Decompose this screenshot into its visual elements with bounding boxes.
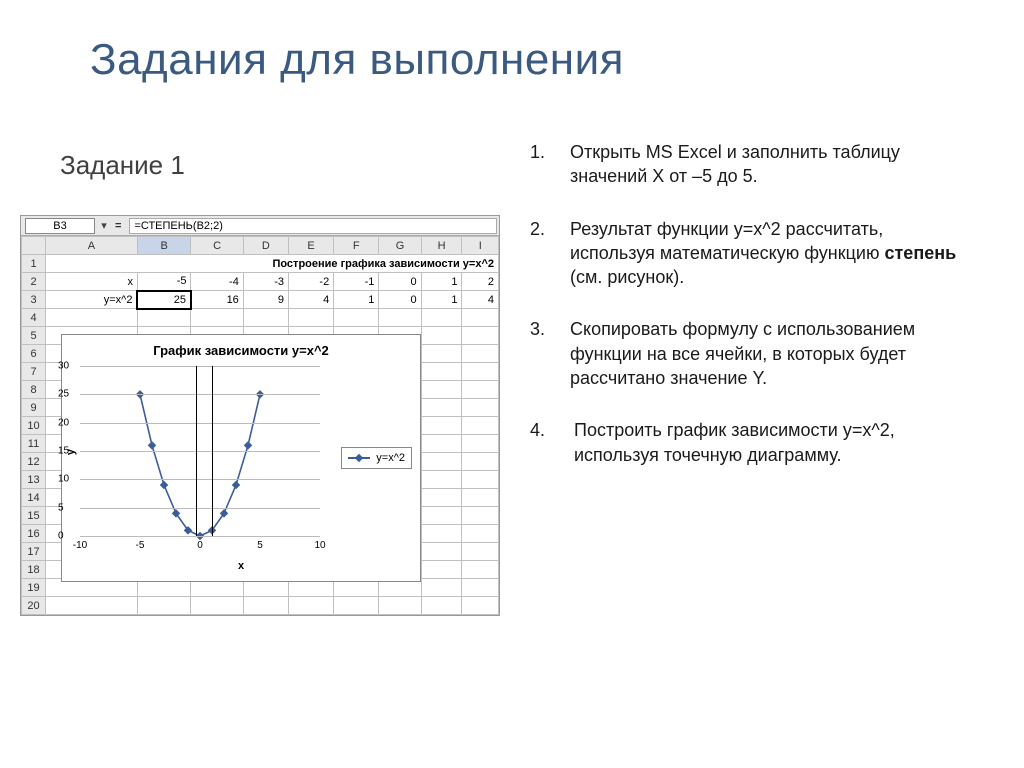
instruction-text: Открыть MS Excel и заполнить таблицу зна… [570, 140, 970, 189]
instruction-number: 1. [530, 140, 570, 189]
instruction-4: 4. Построить график зависимости y=x^2, и… [530, 418, 970, 467]
embedded-chart[interactable]: График зависимости y=x^2 y 051015202530-… [61, 334, 421, 582]
table-row[interactable]: 20 [22, 597, 499, 615]
equals-icon: = [109, 220, 127, 232]
chart-title: График зависимости y=x^2 [62, 335, 420, 362]
chart-plot-area: 051015202530-10-50510 [80, 366, 320, 536]
instruction-number: 2. [530, 217, 570, 290]
name-box[interactable]: B3 [25, 218, 95, 234]
instruction-text: Скопировать формулу с использованием фун… [570, 317, 970, 390]
instruction-2: 2. Результат функции y=x^2 рассчитать, и… [530, 217, 970, 290]
task-subtitle: Задание 1 [60, 150, 185, 181]
instruction-number: 3. [530, 317, 570, 390]
legend-marker-icon [348, 457, 370, 459]
x-axis-label: x [62, 560, 420, 572]
instruction-text: Результат функции y=x^2 рассчитать, испо… [570, 217, 970, 290]
formula-input[interactable]: =СТЕПЕНЬ(B2;2) [129, 218, 497, 234]
column-header-row: A B C D E F G H I [22, 237, 499, 255]
table-row[interactable]: 1 Построение графика зависимости y=x^2 [22, 255, 499, 273]
instruction-1: 1. Открыть MS Excel и заполнить таблицу … [530, 140, 970, 189]
instruction-text: Построить график зависимости y=x^2, испо… [574, 418, 970, 467]
legend-label: y=x^2 [376, 452, 405, 464]
instruction-number: 4. [530, 418, 574, 467]
table-row[interactable]: 3 y=x^2 251694 1014 [22, 291, 499, 309]
excel-screenshot: B3 ▾ = =СТЕПЕНЬ(B2;2) A B C D E F G H I … [20, 215, 500, 616]
chart-legend: y=x^2 [341, 447, 412, 469]
formula-bar: B3 ▾ = =СТЕПЕНЬ(B2;2) [21, 216, 499, 236]
page-title: Задания для выполнения [0, 0, 1024, 85]
instruction-3: 3. Скопировать формулу с использованием … [530, 317, 970, 390]
table-row[interactable]: 2 x -5-4-3-2 -1012 [22, 273, 499, 291]
worksheet: A B C D E F G H I 1 Построение графика з… [21, 236, 499, 615]
selected-cell: 25 [137, 291, 191, 309]
instruction-list: 1. Открыть MS Excel и заполнить таблицу … [530, 140, 970, 495]
dropdown-icon[interactable]: ▾ [99, 219, 109, 232]
sheet-title: Построение графика зависимости y=x^2 [46, 255, 499, 273]
table-row[interactable]: 4 [22, 309, 499, 327]
